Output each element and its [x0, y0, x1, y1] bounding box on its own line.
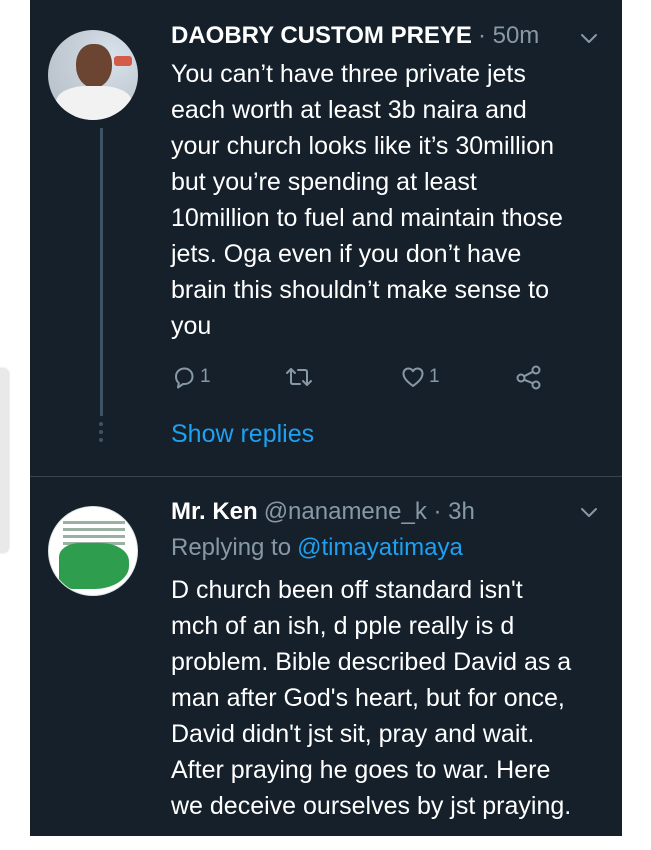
avatar-map-shape	[59, 543, 129, 589]
reply-icon	[175, 367, 194, 389]
share-button[interactable]	[515, 362, 543, 392]
bottom-margin	[0, 836, 651, 850]
tweet-header: DAOBRY CUSTOM PREYE · 50m	[171, 22, 539, 54]
replying-to: Replying to @timayatimaya	[171, 534, 463, 562]
tweet-thread: DAOBRY CUSTOM PREYE · 50m You can’t have…	[30, 0, 622, 850]
share-icon	[516, 365, 541, 390]
replying-handle-link[interactable]: @timayatimaya	[297, 534, 463, 561]
author-name[interactable]: Mr. Ken	[171, 498, 258, 526]
avatar-shirt	[56, 86, 132, 120]
tweet[interactable]: DAOBRY CUSTOM PREYE · 50m You can’t have…	[30, 0, 622, 476]
thread-line	[100, 128, 103, 416]
heart-icon	[402, 367, 424, 387]
author-name[interactable]: DAOBRY CUSTOM PREYE	[171, 22, 472, 50]
like-button[interactable]: 1	[400, 362, 440, 392]
avatar[interactable]	[48, 506, 138, 596]
show-replies-link[interactable]: Show replies	[171, 420, 314, 449]
thread-dots	[99, 422, 104, 452]
tweet-text: You can’t have three private jets each w…	[171, 60, 563, 340]
retweet-button[interactable]	[284, 362, 317, 392]
author-handle-time: @nanamene_k · 3h	[263, 498, 475, 525]
chevron-down-icon[interactable]	[578, 28, 600, 50]
avatar-accent	[114, 56, 132, 66]
retweet-icon	[286, 368, 312, 386]
replying-label: Replying to	[171, 534, 292, 561]
reply-button[interactable]: 1	[171, 362, 211, 392]
edge-handle[interactable]	[0, 368, 8, 553]
like-count: 1	[429, 366, 440, 387]
tweet-actions: 1 1	[171, 362, 591, 392]
tweet-divider	[30, 476, 622, 477]
tweet-header: Mr. Ken @nanamene_k · 3h	[171, 498, 475, 530]
tweet-text: D church been off standard isn't mch of …	[171, 576, 572, 820]
avatar[interactable]	[48, 30, 138, 120]
reply-count: 1	[200, 366, 211, 387]
tweet-time: · 50m	[477, 22, 540, 49]
chevron-down-icon[interactable]	[578, 502, 600, 524]
avatar-face	[76, 44, 112, 88]
